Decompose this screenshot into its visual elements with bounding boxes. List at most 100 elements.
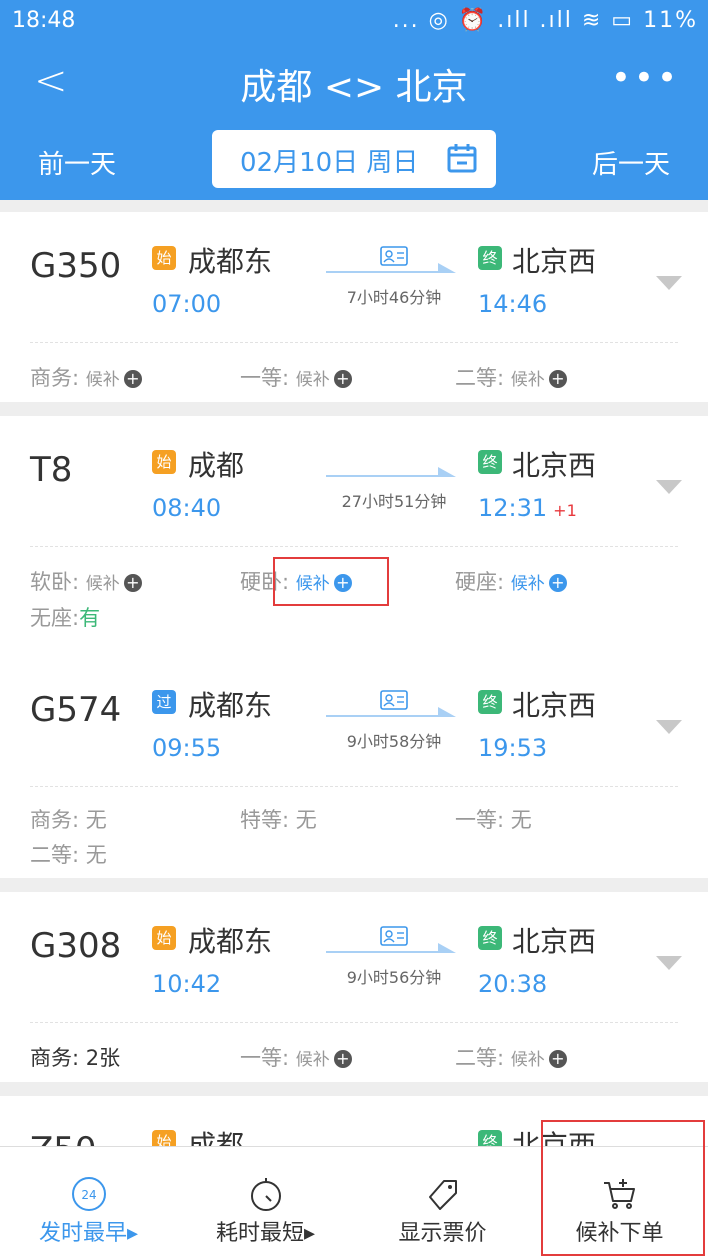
tab-earliest-departure[interactable]: 24 发时最早▸: [0, 1147, 177, 1258]
add-waitlist-icon: +: [548, 1050, 567, 1068]
seat-business[interactable]: 商务: 无: [30, 804, 107, 834]
more-button[interactable]: •••: [611, 58, 680, 98]
tab-label-text: 发时最早: [38, 1221, 127, 1246]
expand-chevron-icon[interactable]: [656, 720, 682, 734]
seat-value: 候补: [510, 574, 545, 594]
arrival-station: 北京西: [512, 689, 597, 722]
departure-station: 成都东: [188, 689, 273, 722]
seat-label: 二等:: [30, 843, 80, 867]
clock-24-text: 24: [81, 1188, 96, 1202]
seat-label: 商务:: [30, 1046, 80, 1070]
departure-time: 09:55: [152, 734, 222, 762]
seat-label: 特等:: [240, 808, 290, 832]
end-station-badge: 终: [478, 450, 502, 474]
seat-value: 无: [510, 808, 532, 832]
seat-value: 候补: [85, 574, 120, 594]
seat-value: 候补: [295, 1050, 330, 1070]
seat-value: 候补: [85, 370, 120, 390]
seat-first[interactable]: 一等: 候补 +: [240, 362, 352, 392]
add-waitlist-icon: +: [333, 370, 352, 388]
status-bar: 18:48 ... ◎ ⏰ .ıll .ıll ≋ ▭ 11%: [0, 0, 708, 40]
divider: [30, 342, 678, 343]
end-station-badge: 终: [478, 926, 502, 950]
seat-second[interactable]: 二等: 无: [30, 839, 107, 869]
end-station-badge: 终: [478, 690, 502, 714]
seat-second[interactable]: 二等: 候补 +: [455, 1042, 567, 1072]
train-card-g350[interactable]: G350 始 成都东 07:00 7小时46分钟 终 北京西 14:46 商务:…: [0, 212, 708, 402]
train-card-g574[interactable]: G574 过 成都东 09:55 9小时58分钟 终 北京西 19:53 商务:…: [0, 656, 708, 878]
highlight-box: [273, 557, 389, 606]
seat-business[interactable]: 商务: 候补 +: [30, 362, 142, 392]
seat-standing[interactable]: 无座:有: [30, 602, 100, 632]
expand-chevron-icon[interactable]: [656, 956, 682, 970]
seat-premium[interactable]: 特等: 无: [240, 804, 317, 834]
seat-value: 有: [79, 606, 101, 630]
seat-first[interactable]: 一等: 无: [455, 804, 532, 834]
highlight-box: [541, 1120, 705, 1256]
stopwatch-icon: [251, 1178, 281, 1211]
expand-chevron-icon[interactable]: [656, 480, 682, 494]
tab-shortest-duration[interactable]: 耗时最短▸: [177, 1147, 354, 1258]
sort-indicator-icon: ▸: [126, 1221, 139, 1246]
seat-hard-seat[interactable]: 硬座: 候补 +: [455, 566, 567, 596]
page-title: 成都 <> 北京: [240, 67, 468, 108]
end-station-badge: 终: [478, 246, 502, 270]
train-card-g308[interactable]: G308 始 成都东 10:42 9小时56分钟 终 北京西 20:38 商务:…: [0, 892, 708, 1082]
nav-bar: < 成都 <> 北京 •••: [0, 40, 708, 122]
arrival-time: 19:53: [478, 734, 548, 762]
seat-value: 2张: [85, 1046, 121, 1070]
next-day-indicator: +1: [553, 501, 577, 520]
tab-label-text: 耗时最短: [215, 1221, 304, 1246]
route-arrow-icon: [326, 943, 456, 953]
divider: [30, 546, 678, 547]
seat-first[interactable]: 一等: 候补 +: [240, 1042, 352, 1072]
arrival-station: 北京西: [512, 925, 597, 958]
duration: 9小时56分钟: [346, 968, 442, 987]
start-station-badge: 始: [152, 450, 176, 474]
seat-value: 无: [295, 808, 317, 832]
tab-show-price[interactable]: 显示票价: [354, 1147, 531, 1258]
date-bar: 前一天 02月10日 周日 后一天: [0, 122, 708, 200]
seat-label: 一等:: [240, 1046, 290, 1070]
seat-second[interactable]: 二等: 候补 +: [455, 362, 567, 392]
prev-day-button[interactable]: 前一天: [38, 144, 116, 181]
arrival-station: 北京西: [512, 245, 597, 278]
date-picker[interactable]: 02月10日 周日: [212, 130, 496, 188]
sort-indicator-icon: ▸: [303, 1221, 316, 1246]
divider: [30, 1022, 678, 1023]
duration: 27小时51分钟: [341, 492, 447, 511]
train-number: G574: [30, 690, 122, 730]
arrival-time: 20:38: [478, 970, 548, 998]
status-time: 18:48: [12, 8, 76, 33]
route-arrow-icon: [326, 263, 456, 273]
status-icons: ... ◎ ⏰ .ıll .ıll ≋ ▭ 11%: [392, 8, 698, 33]
departure-station: 成都东: [188, 925, 273, 958]
tab-label: 发时最早▸: [0, 1215, 177, 1247]
seat-soft-sleeper[interactable]: 软卧: 候补 +: [30, 566, 142, 596]
arrival-time: 14:46: [478, 290, 548, 318]
seat-label: 二等:: [455, 366, 505, 390]
pass-station-badge: 过: [152, 690, 176, 714]
next-day-button[interactable]: 后一天: [592, 144, 670, 181]
add-waitlist-icon: +: [123, 370, 142, 388]
seat-business[interactable]: 商务: 2张: [30, 1042, 120, 1072]
seat-label: 二等:: [455, 1046, 505, 1070]
seat-value: 候补: [510, 370, 545, 390]
add-waitlist-icon: +: [548, 574, 567, 592]
add-waitlist-icon: +: [333, 1050, 352, 1068]
duration: 9小时58分钟: [346, 732, 442, 751]
train-card-t8[interactable]: T8 始 成都 08:40 27小时51分钟 终 北京西 12:31 +1 软卧:…: [0, 416, 708, 656]
tab-label: 显示票价: [398, 1221, 487, 1246]
departure-time: 10:42: [152, 970, 222, 998]
route-arrow-icon: [326, 467, 456, 477]
route-arrow-icon: [326, 707, 456, 717]
seat-label: 无座:: [30, 606, 80, 630]
seat-label: 硬座:: [455, 570, 505, 594]
departure-time: 08:40: [152, 494, 222, 522]
expand-chevron-icon[interactable]: [656, 276, 682, 290]
seat-label: 一等:: [455, 808, 505, 832]
date-text: 02月10日 周日: [240, 148, 419, 178]
departure-station: 成都东: [188, 245, 273, 278]
seat-label: 商务:: [30, 808, 80, 832]
arrival-station: 北京西: [512, 449, 597, 482]
